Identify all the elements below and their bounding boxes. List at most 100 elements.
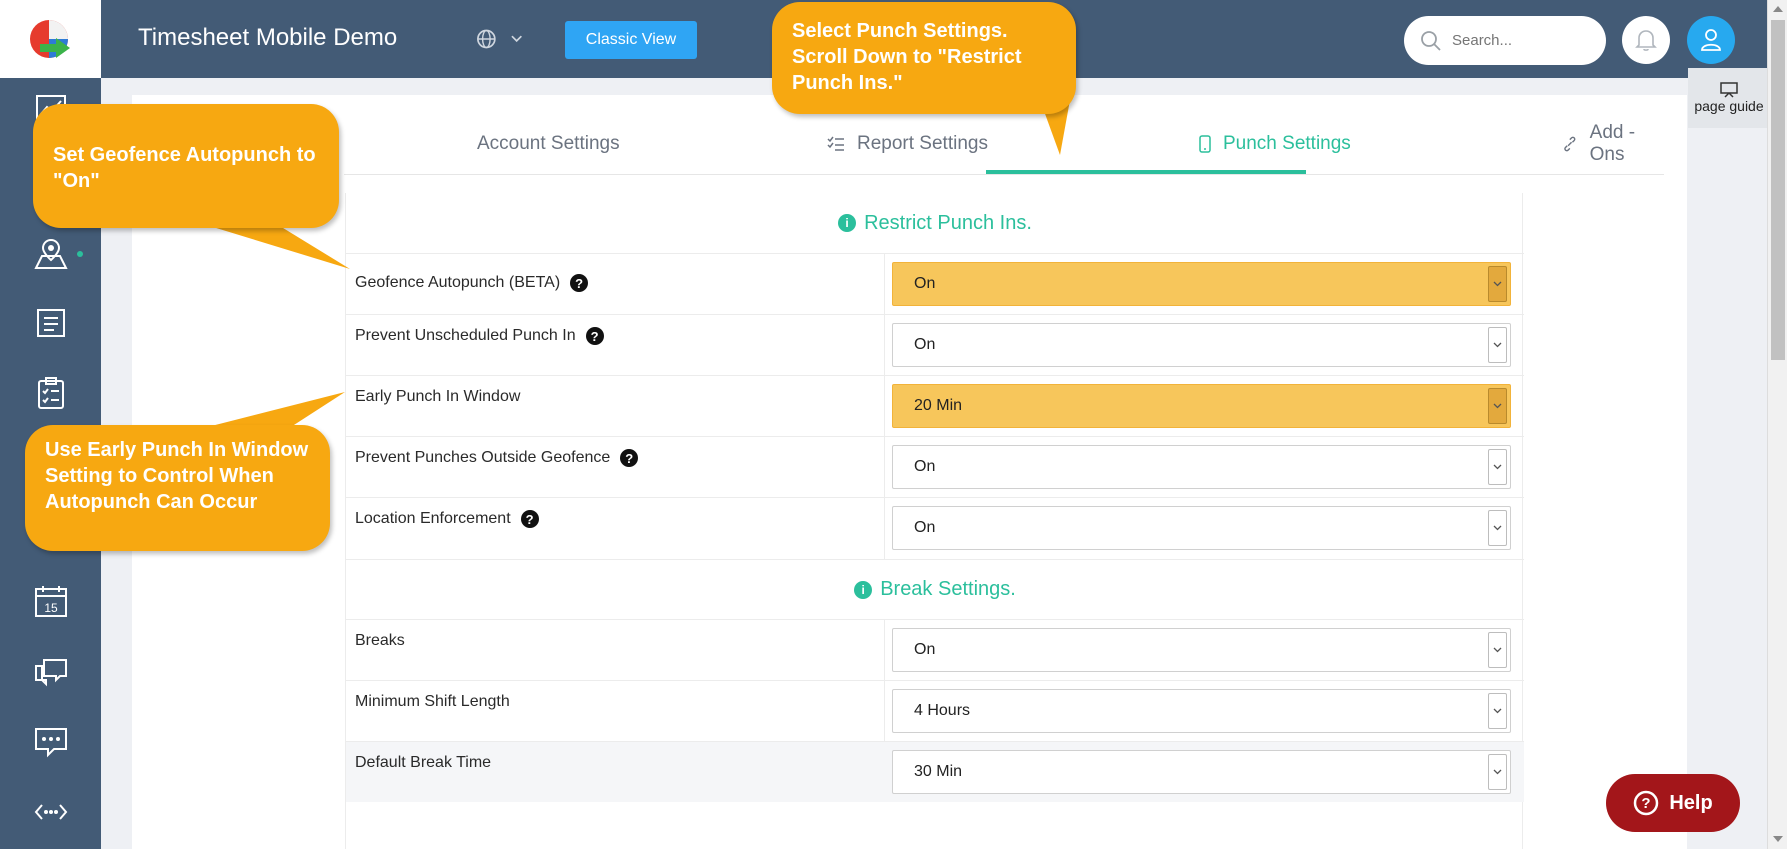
help-icon[interactable]: ? (585, 327, 604, 345)
chevron-down-icon (1488, 449, 1507, 485)
language-selector[interactable] (476, 26, 522, 52)
select-value: 20 Min (914, 397, 963, 414)
break-section-header: i Break Settings. (346, 559, 1524, 619)
help-icon[interactable]: ? (620, 449, 639, 467)
search-input[interactable] (1452, 32, 1592, 49)
info-icon: i (838, 214, 857, 232)
select-value: On (914, 275, 936, 292)
help-icon[interactable]: ? (570, 274, 589, 292)
search-icon (1421, 30, 1441, 51)
tab-punch-settings[interactable]: Punch Settings (1199, 113, 1351, 175)
tab-label: Account Settings (477, 133, 620, 154)
page-guide-label: page guide (1694, 98, 1764, 114)
restrict-section-header: i Restrict Punch Ins. (346, 193, 1524, 253)
sidebar-item-tasks[interactable] (34, 376, 68, 410)
minimum-shift-length-select[interactable]: 4 Hours (892, 689, 1511, 733)
setting-label: Early Punch In Window (355, 388, 520, 406)
sidebar-item-geofence[interactable] (34, 236, 68, 270)
bell-icon (1635, 30, 1657, 51)
presentation-icon (1720, 82, 1738, 98)
tab-account-settings[interactable]: Account Settings (477, 113, 620, 175)
chevron-down-icon (1488, 693, 1507, 729)
logo-icon (29, 20, 70, 58)
setting-row-default-break-time: Default Break Time 30 Min (346, 741, 1524, 802)
setting-row-prevent-unscheduled: Prevent Unscheduled Punch In? On (346, 314, 1524, 376)
help-button[interactable]: ? Help (1606, 774, 1740, 832)
scroll-thumb[interactable] (1771, 20, 1785, 360)
callout-early-punch: Use Early Punch In Window Setting to Con… (25, 425, 330, 551)
setting-row-minimum-shift-length: Minimum Shift Length 4 Hours (346, 680, 1524, 742)
user-profile-button[interactable] (1687, 16, 1735, 64)
setting-row-breaks: Breaks On (346, 619, 1524, 681)
select-value: 30 Min (914, 763, 963, 780)
sidebar-item-chat[interactable] (34, 655, 68, 689)
setting-label-text: Geofence Autopunch (BETA) (355, 274, 561, 291)
setting-row-geofence-autopunch: Geofence Autopunch (BETA)? On (346, 253, 1524, 315)
breaks-select[interactable]: On (892, 628, 1511, 672)
select-value: On (914, 519, 936, 536)
default-break-time-select[interactable]: 30 Min (892, 750, 1511, 794)
chevron-down-icon (1488, 388, 1507, 424)
sidebar-item-calendar[interactable]: 15 (34, 584, 68, 618)
sidebar-item-notes[interactable] (34, 306, 68, 340)
callout-punch-settings: Select Punch Settings. Scroll Down to "R… (772, 2, 1076, 114)
select-value: 4 Hours (914, 702, 971, 719)
code-icon (34, 804, 68, 820)
calendar-date: 15 (44, 601, 58, 615)
user-icon (1701, 29, 1721, 51)
calendar-icon: 15 (35, 586, 67, 617)
clipboard-icon (38, 377, 64, 409)
settings-card: Account Settings Report Settings Punch S… (132, 95, 1687, 849)
scroll-up-arrow[interactable] (1773, 6, 1783, 12)
page-guide-button[interactable]: page guide (1688, 68, 1770, 128)
sidebar-item-messages[interactable] (34, 725, 68, 759)
setting-label-text: Prevent Punches Outside Geofence (355, 449, 611, 466)
prevent-outside-geofence-select[interactable]: On (892, 445, 1511, 489)
list-check-icon (827, 136, 844, 151)
chevron-down-icon (1488, 754, 1507, 790)
search-box[interactable] (1404, 16, 1606, 65)
tab-add-ons[interactable]: Add - Ons (1562, 113, 1664, 175)
tab-label: Report Settings (857, 133, 988, 154)
app-logo[interactable] (0, 0, 101, 78)
early-punch-window-select[interactable]: 20 Min (892, 384, 1511, 428)
location-enforcement-select[interactable]: On (892, 506, 1511, 550)
info-icon: i (854, 580, 873, 599)
setting-label-text: Breaks (355, 632, 405, 649)
select-value: On (914, 641, 936, 658)
prevent-unscheduled-select[interactable]: On (892, 323, 1511, 367)
setting-label-text: Prevent Unscheduled Punch In (355, 327, 576, 344)
callout-text: Set Geofence Autopunch to "On" (53, 144, 316, 192)
svg-text:?: ? (1642, 795, 1651, 812)
notification-dot (77, 251, 83, 257)
help-icon[interactable]: ? (520, 510, 539, 528)
scroll-down-arrow[interactable] (1773, 836, 1783, 842)
help-label: Help (1669, 791, 1713, 814)
setting-label-text: Early Punch In Window (355, 388, 521, 405)
setting-row-early-punch-window: Early Punch In Window 20 Min (346, 375, 1524, 437)
notifications-button[interactable] (1622, 16, 1670, 64)
chat-icon (35, 659, 67, 687)
setting-row-prevent-outside-geofence: Prevent Punches Outside Geofence? On (346, 436, 1524, 498)
setting-row-location-enforcement: Location Enforcement? On (346, 497, 1524, 559)
classic-view-button[interactable]: Classic View (565, 21, 697, 59)
setting-label: Minimum Shift Length (355, 693, 510, 711)
setting-label-text: Minimum Shift Length (355, 693, 510, 710)
setting-label: Location Enforcement? (355, 510, 539, 528)
punch-settings-panel: i Restrict Punch Ins. Geofence Autopunch… (345, 193, 1524, 849)
tab-report-settings[interactable]: Report Settings (827, 113, 988, 175)
setting-label: Geofence Autopunch (BETA)? (355, 274, 589, 292)
callout-text: Use Early Punch In Window Setting to Con… (45, 439, 309, 513)
active-tab-indicator (986, 170, 1306, 174)
chevron-down-icon (1488, 632, 1507, 668)
chevron-down-icon (1488, 510, 1507, 546)
globe-icon (477, 29, 496, 49)
select-value: On (914, 458, 936, 475)
callout-text: Select Punch Settings. Scroll Down to "R… (792, 20, 1022, 94)
geofence-autopunch-select[interactable]: On (892, 262, 1511, 306)
sidebar-item-integrations[interactable] (34, 795, 68, 829)
vertical-scrollbar[interactable] (1767, 0, 1787, 849)
section-title: Restrict Punch Ins. (864, 211, 1032, 234)
setting-label-text: Location Enforcement (355, 510, 511, 527)
app-title: Timesheet Mobile Demo (138, 24, 398, 51)
